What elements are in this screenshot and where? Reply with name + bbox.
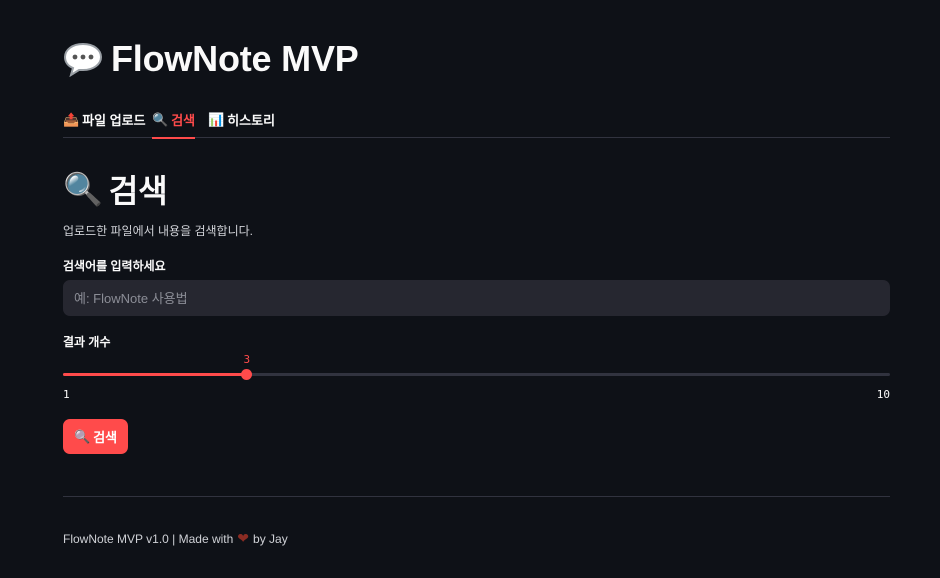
- count-label: 결과 개수: [63, 335, 111, 349]
- tab-bar: 📤 파일 업로드 🔍 검색 📊 히스토리: [63, 104, 890, 139]
- slider-min: 1: [63, 388, 70, 401]
- footer-divider: [63, 496, 890, 497]
- magnifier-icon: 🔍: [63, 171, 103, 207]
- magnifier-icon: 🔍: [74, 429, 91, 444]
- tab-label: 히스토리: [227, 112, 276, 128]
- speech-bubble-icon: [63, 41, 103, 77]
- search-button[interactable]: 🔍 검색: [63, 419, 129, 454]
- footer-text-before: FlowNote MVP v1.0 | Made with: [63, 531, 234, 546]
- section-title-text: 검색: [108, 173, 168, 209]
- magnifier-icon: 🔍: [152, 111, 169, 127]
- tab-search[interactable]: 🔍 검색: [152, 104, 196, 139]
- tab-history[interactable]: 📊 히스토리: [208, 104, 275, 138]
- app-title-text: FlowNote MVP: [111, 38, 359, 79]
- tab-file-upload[interactable]: 📤 파일 업로드: [63, 104, 146, 138]
- slider-thumb[interactable]: [241, 369, 253, 380]
- app-title: FlowNote MVP: [63, 38, 359, 80]
- search-input-container: [63, 280, 890, 316]
- slider-value: 3: [243, 353, 251, 366]
- search-button-label: 검색: [93, 430, 118, 445]
- query-label: 검색어를 입력하세요: [63, 259, 166, 273]
- bar-chart-icon: 📊: [208, 111, 225, 127]
- outbox-tray-icon: 📤: [63, 111, 80, 127]
- tab-label: 검색: [171, 112, 196, 128]
- app-page: FlowNote MVP 📤 파일 업로드 🔍 검색 📊 히스토리 🔍 검색 업…: [0, 0, 940, 578]
- result-count-slider[interactable]: 3 1 10: [63, 350, 890, 410]
- slider-max: 10: [876, 388, 890, 401]
- slider-fill: [63, 373, 247, 376]
- footer: FlowNote MVP v1.0 | Made with ❤ by Jay: [63, 530, 288, 547]
- tab-label: 파일 업로드: [82, 112, 146, 128]
- footer-text-after: by Jay: [253, 531, 288, 546]
- search-description: 업로드한 파일에서 내용을 검색합니다.: [63, 224, 253, 238]
- heart-icon: ❤: [237, 530, 250, 546]
- search-input[interactable]: [74, 290, 879, 306]
- section-title: 🔍 검색: [63, 166, 168, 212]
